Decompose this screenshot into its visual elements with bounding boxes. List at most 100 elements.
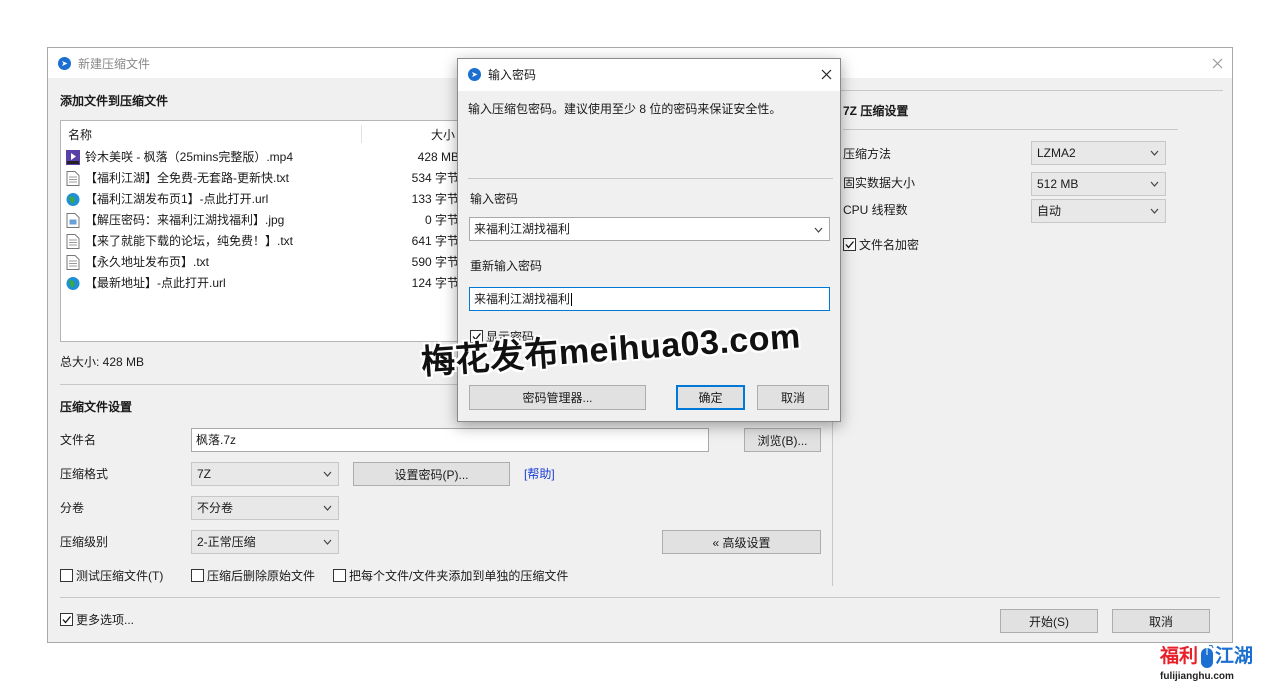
password-cancel-button[interactable]: 取消 (757, 385, 829, 410)
password-description: 输入压缩包密码。建议使用至少 8 位的密码来保证安全性。 (468, 102, 782, 116)
solid-size-select[interactable]: 512 MB (1031, 172, 1166, 196)
check-icon (845, 241, 854, 249)
reenter-password-value: 来福利江湖找福利 (474, 292, 571, 306)
filename-value: 枫落.7z (196, 433, 237, 447)
text-cursor (571, 292, 573, 306)
mouse-icon (1201, 645, 1214, 668)
chevron-down-icon (323, 539, 332, 545)
logo-url: fulijianghu.com (1160, 671, 1234, 682)
main-window-title: 新建压缩文件 (78, 57, 151, 71)
cpu-threads-value: 自动 (1037, 204, 1062, 218)
column-header-name[interactable]: 名称 (68, 129, 92, 141)
delete-after-label[interactable]: 压缩后删除原始文件 (207, 570, 315, 582)
format-value: 7Z (197, 467, 212, 481)
divider (843, 129, 1178, 130)
file-size: 0 字节 (424, 213, 459, 227)
chevron-down-icon (1150, 208, 1159, 214)
level-label: 压缩级别 (60, 535, 109, 549)
method-select[interactable]: LZMA2 (1031, 141, 1166, 165)
chevron-down-icon (1150, 150, 1159, 156)
list-item[interactable]: 【福利江湖】全免费-无套路-更新快.txt 534 字节 (61, 168, 459, 189)
chevron-down-icon (323, 471, 332, 477)
more-options-label[interactable]: 更多选项... (76, 614, 134, 626)
encrypt-filenames-checkbox[interactable] (843, 238, 856, 251)
file-size: 641 字节 (411, 234, 459, 248)
close-icon[interactable] (821, 69, 832, 80)
list-item[interactable]: 铃木美咲 - 枫落（25mins完整版）.mp4 428 MB (61, 147, 459, 168)
corner-logo: 福利 江湖 fulijianghu.com (1160, 645, 1256, 685)
chevron-down-icon[interactable] (814, 226, 823, 234)
reenter-password-label: 重新输入密码 (470, 259, 543, 273)
file-list[interactable]: 名称 大小 铃木美咲 - 枫落（25mins完整版）.mp4 428 MB 【福… (60, 120, 460, 342)
browse-button[interactable]: 浏览(B)... (744, 428, 821, 452)
close-icon[interactable] (1212, 58, 1223, 69)
globe-icon (66, 193, 80, 206)
file-size: 428 MB (417, 150, 459, 164)
file-name: 【来了就能下载的论坛，纯免费！】.txt (85, 234, 294, 248)
text-file-icon (66, 171, 80, 186)
method-label: 压缩方法 (843, 147, 892, 161)
password-manager-button[interactable]: 密码管理器... (469, 385, 646, 410)
7z-settings-heading: 7Z 压缩设置 (843, 104, 909, 118)
filename-input[interactable]: 枫落.7z (191, 428, 709, 452)
chevron-down-icon (1150, 181, 1159, 187)
solid-size-value: 512 MB (1037, 177, 1079, 191)
format-label: 压缩格式 (60, 467, 109, 481)
ok-button[interactable]: 确定 (676, 385, 745, 410)
file-name: 【永久地址发布页】.txt (85, 255, 210, 269)
divider (468, 178, 833, 179)
app-icon: ➤ (58, 57, 71, 70)
list-item[interactable]: 【永久地址发布页】.txt 590 字节 (61, 252, 459, 273)
start-button[interactable]: 开始(S) (1000, 609, 1098, 633)
level-value: 2-正常压缩 (197, 535, 256, 549)
list-item[interactable]: 【最新地址】-点此打开.url 124 字节 (61, 273, 459, 294)
add-files-heading: 添加文件到压缩文件 (60, 94, 169, 108)
video-file-icon (66, 150, 80, 165)
archive-settings-heading: 压缩文件设置 (60, 400, 133, 414)
cancel-button[interactable]: 取消 (1112, 609, 1210, 633)
password-input[interactable]: 来福利江湖找福利 (469, 217, 830, 241)
volume-value: 不分卷 (197, 501, 234, 515)
chevron-down-icon (323, 505, 332, 511)
volume-select[interactable]: 不分卷 (191, 496, 339, 520)
column-divider[interactable] (361, 125, 362, 143)
cpu-threads-label: CPU 线程数 (843, 203, 908, 217)
file-name: 【最新地址】-点此打开.url (85, 276, 226, 290)
test-archive-label[interactable]: 测试压缩文件(T) (76, 570, 163, 582)
file-name: 【福利江湖发布页1】-点此打开.url (85, 192, 269, 206)
file-size: 534 字节 (411, 171, 459, 185)
separate-archives-checkbox[interactable] (333, 569, 346, 582)
level-select[interactable]: 2-正常压缩 (191, 530, 339, 554)
list-item[interactable]: 【来了就能下载的论坛，纯免费！】.txt 641 字节 (61, 231, 459, 252)
test-archive-checkbox[interactable] (60, 569, 73, 582)
format-select[interactable]: 7Z (191, 462, 339, 486)
enter-password-label: 输入密码 (470, 192, 519, 206)
file-size: 590 字节 (411, 255, 459, 269)
advanced-settings-button[interactable]: « 高级设置 (662, 530, 821, 554)
password-dialog-titlebar: ➤ 输入密码 (458, 59, 840, 91)
delete-after-checkbox[interactable] (191, 569, 204, 582)
set-password-button[interactable]: 设置密码(P)... (353, 462, 510, 486)
list-item[interactable]: 【福利江湖发布页1】-点此打开.url 133 字节 (61, 189, 459, 210)
list-item[interactable]: 【解压密码：来福利江湖找福利】.jpg 0 字节 (61, 210, 459, 231)
file-size: 133 字节 (411, 192, 459, 206)
text-file-icon (66, 255, 80, 270)
more-options-checkbox[interactable] (60, 613, 73, 626)
reenter-password-input[interactable]: 来福利江湖找福利 (469, 287, 830, 311)
volume-label: 分卷 (60, 501, 85, 515)
encrypt-filenames-label[interactable]: 文件名加密 (859, 239, 919, 251)
solid-size-label: 固实数据大小 (843, 176, 916, 190)
separate-archives-label[interactable]: 把每个文件/文件夹添加到单独的压缩文件 (349, 570, 568, 582)
filename-label: 文件名 (60, 433, 97, 447)
panel-divider (833, 90, 1223, 91)
app-icon: ➤ (468, 68, 481, 81)
help-link[interactable]: [帮助] (524, 468, 555, 480)
password-dialog-title: 输入密码 (488, 68, 537, 82)
logo-left-text: 福利 (1160, 646, 1199, 667)
image-file-icon (66, 213, 80, 228)
file-name: 铃木美咲 - 枫落（25mins完整版）.mp4 (85, 150, 294, 164)
cpu-threads-select[interactable]: 自动 (1031, 199, 1166, 223)
method-value: LZMA2 (1037, 146, 1076, 160)
text-file-icon (66, 234, 80, 249)
column-header-size[interactable]: 大小 (431, 129, 455, 141)
